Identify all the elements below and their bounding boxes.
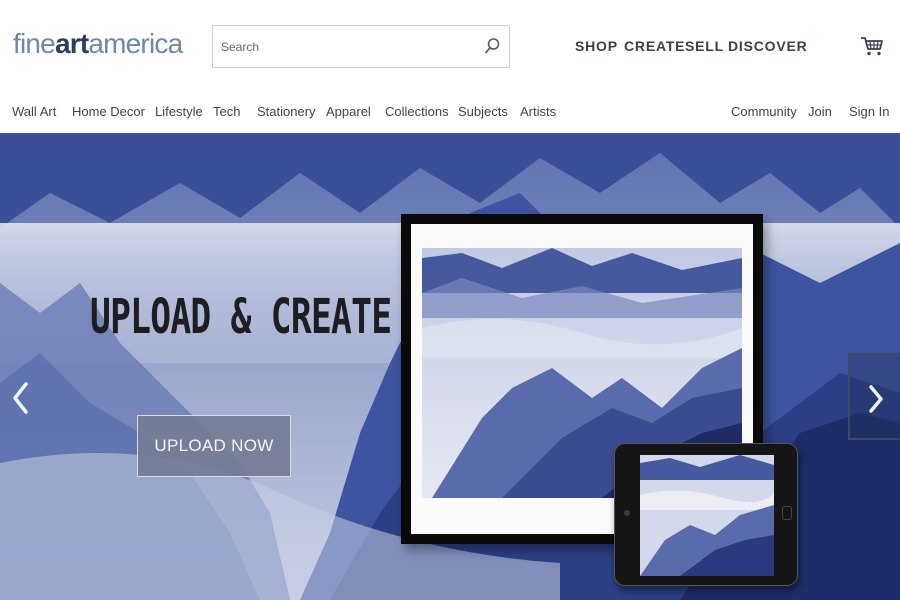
topnav-sell[interactable]: SELL <box>685 38 724 54</box>
nav-subjects[interactable]: Subjects <box>458 104 508 119</box>
nav-collections[interactable]: Collections <box>385 104 449 119</box>
nav-wall-art[interactable]: Wall Art <box>12 104 56 119</box>
topnav-discover[interactable]: DISCOVER <box>728 38 808 54</box>
nav-tech[interactable]: Tech <box>213 104 240 119</box>
tablet-camera <box>624 510 630 516</box>
logo-art: art <box>54 28 89 59</box>
chevron-left-icon[interactable] <box>6 378 36 418</box>
tablet-home-button <box>782 506 792 520</box>
nav-join[interactable]: Join <box>808 104 832 119</box>
site-header: fineartamerica SHOP CREATE SELL DISCOVER <box>0 0 900 92</box>
logo-fine: fine <box>13 28 56 59</box>
category-nav: Wall Art Home Decor Lifestyle Tech Stati… <box>0 92 900 133</box>
tablet-artwork-image <box>640 455 774 576</box>
hero-banner: UPLOAD & CREATE UPLOAD NOW <box>0 133 900 600</box>
nav-community[interactable]: Community <box>731 104 797 119</box>
topnav-shop[interactable]: SHOP <box>575 38 618 54</box>
search-input[interactable] <box>213 26 483 67</box>
next-slide-button[interactable] <box>848 353 900 440</box>
cart-icon[interactable] <box>860 34 884 58</box>
search-box <box>212 25 510 68</box>
tablet-mockup <box>614 443 798 586</box>
nav-stationery[interactable]: Stationery <box>257 104 316 119</box>
nav-sign-in[interactable]: Sign In <box>849 104 889 119</box>
search-icon[interactable] <box>483 37 501 55</box>
nav-lifestyle[interactable]: Lifestyle <box>155 104 203 119</box>
topnav-create[interactable]: CREATE <box>624 38 685 54</box>
site-logo[interactable]: fineartamerica <box>13 28 183 60</box>
nav-artists[interactable]: Artists <box>520 104 556 119</box>
upload-now-button[interactable]: UPLOAD NOW <box>137 415 291 477</box>
nav-apparel[interactable]: Apparel <box>326 104 371 119</box>
chevron-right-icon <box>869 385 883 413</box>
logo-america: america <box>88 28 183 59</box>
nav-home-decor[interactable]: Home Decor <box>72 104 145 119</box>
hero-headline: UPLOAD & CREATE <box>90 289 392 345</box>
